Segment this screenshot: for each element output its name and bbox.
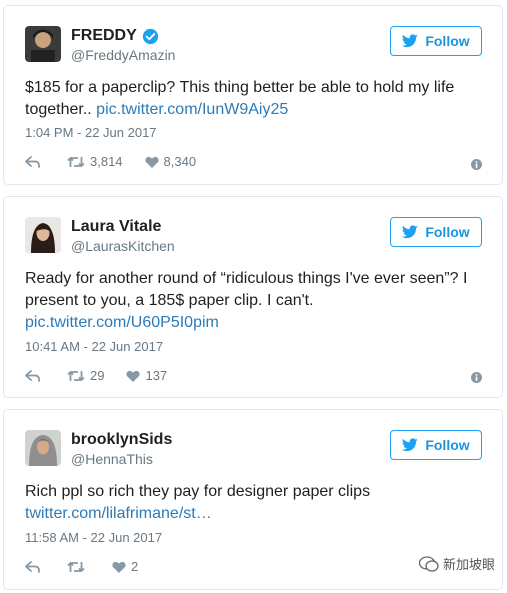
author-handle[interactable]: @LaurasKitchen: [71, 238, 175, 254]
twitter-bird-icon: [402, 225, 419, 239]
info-icon[interactable]: [471, 159, 482, 170]
follow-label: Follow: [425, 437, 470, 453]
avatar[interactable]: [25, 430, 61, 466]
avatar[interactable]: [25, 26, 61, 62]
tweet-card: FREDDY @FreddyAmazin Follow $185 for a p…: [3, 5, 503, 185]
twitter-bird-icon: [402, 438, 419, 452]
reply-icon: [25, 369, 40, 382]
tweet-text: $185 for a paperclip? This thing better …: [25, 77, 485, 121]
retweet-icon: [67, 370, 85, 381]
reply-icon: [25, 155, 40, 168]
follow-label: Follow: [425, 224, 470, 240]
tweet-link[interactable]: pic.twitter.com/U60P5I0pim: [25, 314, 219, 331]
verified-badge-icon: [142, 28, 158, 44]
retweet-button[interactable]: [67, 561, 90, 573]
like-button[interactable]: 137: [126, 368, 167, 383]
avatar[interactable]: [25, 217, 61, 253]
retweet-button[interactable]: 29: [67, 368, 104, 383]
follow-button[interactable]: Follow: [390, 26, 482, 56]
follow-label: Follow: [425, 33, 470, 49]
tweet-text-line: present to you, a 185$ paper clip. I can…: [25, 292, 314, 309]
tweet-timestamp[interactable]: 11:58 AM - 22 Jun 2017: [25, 530, 162, 545]
watermark-text: 新加坡眼: [442, 557, 495, 572]
watermark: 新加坡眼: [418, 554, 495, 573]
tweet-text: Rich ppl so rich they pay for designer p…: [25, 481, 485, 525]
author-handle[interactable]: @HennaThis: [71, 451, 153, 467]
like-button[interactable]: 2: [112, 559, 138, 574]
tweet-text: Ready for another round of “ridiculous t…: [25, 268, 485, 334]
author-name[interactable]: FREDDY: [71, 27, 137, 45]
tweet-timestamp[interactable]: 1:04 PM - 22 Jun 2017: [25, 125, 157, 140]
follow-button[interactable]: Follow: [390, 217, 482, 247]
tweet-link[interactable]: pic.twitter.com/IunW9Aiy25: [96, 101, 288, 118]
heart-icon: [126, 370, 141, 382]
heart-icon: [112, 561, 126, 573]
follow-button[interactable]: Follow: [390, 430, 482, 460]
retweet-icon: [67, 561, 85, 572]
tweet-link[interactable]: twitter.com/lilafrimane/st…: [25, 505, 212, 522]
reply-button[interactable]: [25, 560, 45, 573]
tweet-text-line: $185 for a paperclip? This thing better …: [25, 79, 455, 96]
tweet-card: Laura Vitale @LaurasKitchen Follow Ready…: [3, 196, 503, 398]
wechat-logo-icon: [418, 555, 439, 572]
author-name[interactable]: brooklynSids: [71, 431, 172, 449]
info-icon[interactable]: [471, 372, 482, 383]
tweet-text-line: Rich ppl so rich they pay for designer p…: [25, 483, 371, 500]
tweet-text-line: together..: [25, 101, 97, 118]
retweet-count: 3,814: [90, 154, 123, 169]
reply-icon: [25, 560, 40, 573]
like-count: 2: [131, 559, 139, 574]
tweet-timestamp[interactable]: 10:41 AM - 22 Jun 2017: [25, 339, 163, 354]
author-name[interactable]: Laura Vitale: [71, 218, 161, 236]
tweet-text-line: Ready for another round of “ridiculous t…: [25, 270, 468, 287]
author-handle[interactable]: @FreddyAmazin: [71, 47, 175, 63]
reply-button[interactable]: [25, 369, 45, 382]
retweet-icon: [67, 156, 85, 167]
reply-button[interactable]: [25, 155, 45, 168]
like-count: 137: [145, 368, 168, 383]
retweet-button[interactable]: 3,814: [67, 154, 123, 169]
heart-icon: [144, 156, 159, 168]
retweet-count: 29: [90, 368, 105, 383]
twitter-bird-icon: [402, 34, 419, 48]
like-count: 8,340: [163, 154, 197, 169]
like-button[interactable]: 8,340: [144, 154, 197, 169]
